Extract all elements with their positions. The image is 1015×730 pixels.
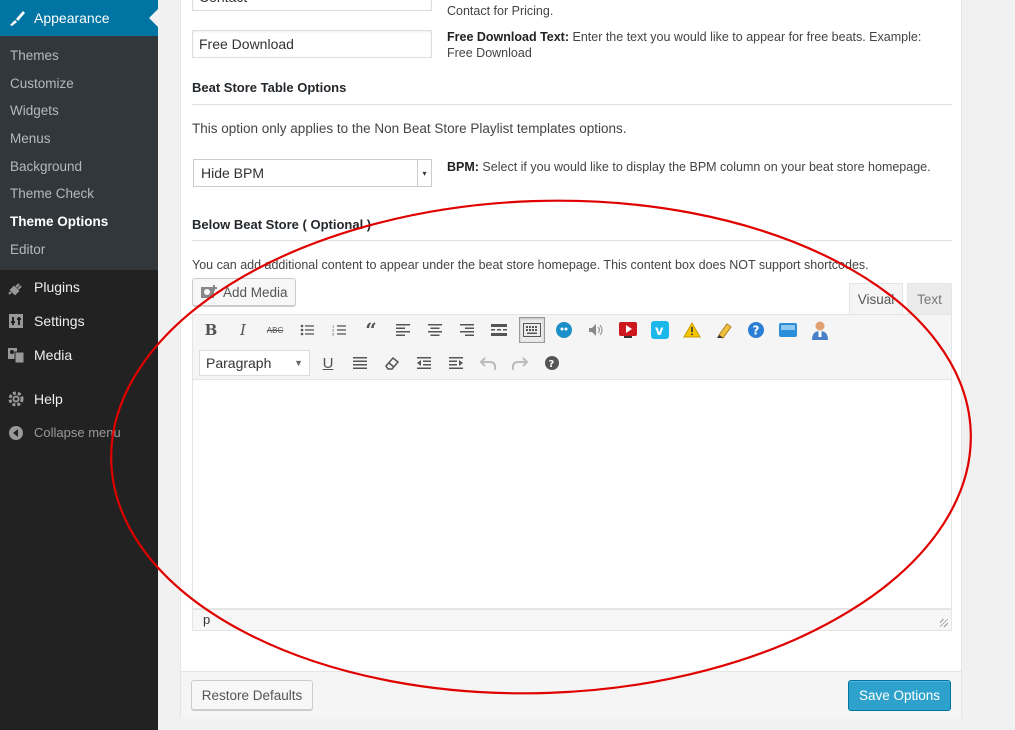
blockquote-icon[interactable]: “ [358, 317, 384, 343]
submenu-widgets[interactable]: Widgets [0, 97, 158, 125]
menu-media[interactable]: Media [0, 338, 158, 372]
undo-icon[interactable] [475, 350, 501, 376]
table-options-note: This option only applies to the Non Beat… [192, 121, 627, 136]
plugin-icon [7, 278, 25, 296]
add-media-icon [201, 285, 217, 299]
keyboard-shortcuts-icon[interactable]: ? [539, 350, 565, 376]
align-right-icon[interactable] [454, 317, 480, 343]
gear-icon [7, 390, 25, 408]
format-select[interactable]: Paragraph ▼ [199, 350, 310, 376]
submenu-theme-check[interactable]: Theme Check [0, 180, 158, 208]
submenu-themes[interactable]: Themes [0, 42, 158, 70]
collapse-menu[interactable]: Collapse menu [0, 416, 158, 450]
insert-more-icon[interactable] [486, 317, 512, 343]
bpm-desc-label: BPM: [447, 160, 479, 174]
below-beat-store-heading: Below Beat Store ( Optional ) [192, 217, 372, 232]
submenu-background[interactable]: Background [0, 153, 158, 181]
contact-text-input[interactable]: Contact [192, 0, 432, 11]
submenu-customize[interactable]: Customize [0, 70, 158, 98]
menu-help-label: Help [34, 390, 63, 407]
chat-bubble-icon[interactable] [551, 317, 577, 343]
help-circle-icon[interactable]: ? [743, 317, 769, 343]
chevron-down-icon: ▼ [294, 358, 303, 368]
numbered-list-icon[interactable]: 123 [326, 317, 352, 343]
warning-icon[interactable] [679, 317, 705, 343]
redo-icon[interactable] [507, 350, 533, 376]
element-path[interactable]: p [203, 612, 210, 627]
bpm-description: BPM: Select if you would like to display… [447, 159, 947, 175]
highlighter-icon[interactable] [711, 317, 737, 343]
table-options-heading: Beat Store Table Options [192, 80, 347, 95]
underline-icon[interactable]: U [315, 350, 341, 376]
collapse-menu-label: Collapse menu [34, 425, 121, 440]
eraser-icon[interactable] [379, 350, 405, 376]
submenu-editor[interactable]: Editor [0, 236, 158, 264]
menu-settings-label: Settings [34, 312, 85, 329]
vimeo-icon[interactable]: v [647, 317, 673, 343]
submenu-theme-options[interactable]: Theme Options [0, 208, 158, 236]
format-select-value: Paragraph [206, 355, 272, 371]
box-icon[interactable] [775, 317, 801, 343]
restore-defaults-button[interactable]: Restore Defaults [191, 680, 313, 710]
strikethrough-icon[interactable]: ABC [262, 317, 288, 343]
contact-description: Contact for Pricing. [447, 4, 554, 18]
audio-icon[interactable] [583, 317, 609, 343]
bullet-list-icon[interactable] [294, 317, 320, 343]
user-icon[interactable] [807, 317, 833, 343]
menu-plugins-label: Plugins [34, 278, 80, 295]
appearance-submenu: Themes Customize Widgets Menus Backgroun… [0, 36, 158, 270]
menu-media-label: Media [34, 346, 73, 363]
svg-text:?: ? [753, 324, 760, 338]
tab-visual[interactable]: Visual [849, 283, 903, 314]
indent-icon[interactable] [443, 350, 469, 376]
align-left-icon[interactable] [390, 317, 416, 343]
options-footer: Restore Defaults Save Options [181, 671, 961, 719]
editor-statusbar: p [192, 609, 952, 631]
save-options-button[interactable]: Save Options [848, 680, 951, 711]
divider [192, 240, 952, 241]
svg-text:v: v [655, 324, 664, 339]
bpm-select-value: Hide BPM [201, 165, 265, 181]
bpm-select[interactable]: Hide BPM ▾ [193, 159, 432, 187]
menu-appearance[interactable]: Appearance [0, 0, 158, 36]
free-download-desc-label: Free Download Text: [447, 30, 570, 44]
free-download-description: Free Download Text: Enter the text you w… [447, 29, 937, 61]
svg-text:?: ? [549, 359, 555, 370]
collapse-icon [7, 424, 25, 442]
free-download-input[interactable]: Free Download [192, 30, 432, 58]
menu-plugins[interactable]: Plugins [0, 270, 158, 304]
editor-content-area[interactable] [192, 379, 952, 609]
svg-text:3: 3 [332, 332, 335, 337]
theme-options-panel: Contact Contact for Pricing. Free Downlo… [180, 0, 962, 719]
menu-appearance-label: Appearance [34, 10, 110, 26]
tab-text[interactable]: Text [907, 283, 952, 314]
admin-sidebar: Appearance Themes Customize Widgets Menu… [0, 0, 158, 730]
justify-icon[interactable] [347, 350, 373, 376]
add-media-label: Add Media [223, 284, 288, 300]
outdent-icon[interactable] [411, 350, 437, 376]
menu-settings[interactable]: Settings [0, 304, 158, 338]
bold-icon[interactable]: B [198, 317, 224, 343]
italic-icon[interactable]: I [230, 317, 256, 343]
paintbrush-icon [8, 9, 26, 27]
video-icon[interactable] [615, 317, 641, 343]
bpm-desc-text: Select if you would like to display the … [478, 160, 931, 174]
add-media-button[interactable]: Add Media [192, 278, 296, 306]
align-center-icon[interactable] [422, 317, 448, 343]
editor-toolbar: B I ABC 123 “ v ? Paragraph ▼ U ? [192, 314, 952, 384]
toolbar-toggle-icon[interactable] [519, 317, 545, 343]
menu-help[interactable]: Help [0, 382, 158, 416]
divider [192, 104, 952, 105]
settings-icon [7, 312, 25, 330]
media-icon [7, 346, 25, 364]
submenu-menus[interactable]: Menus [0, 125, 158, 153]
below-beat-store-note: You can add additional content to appear… [192, 258, 869, 272]
select-arrow-icon: ▾ [417, 160, 431, 186]
resize-handle-icon[interactable] [940, 619, 948, 627]
